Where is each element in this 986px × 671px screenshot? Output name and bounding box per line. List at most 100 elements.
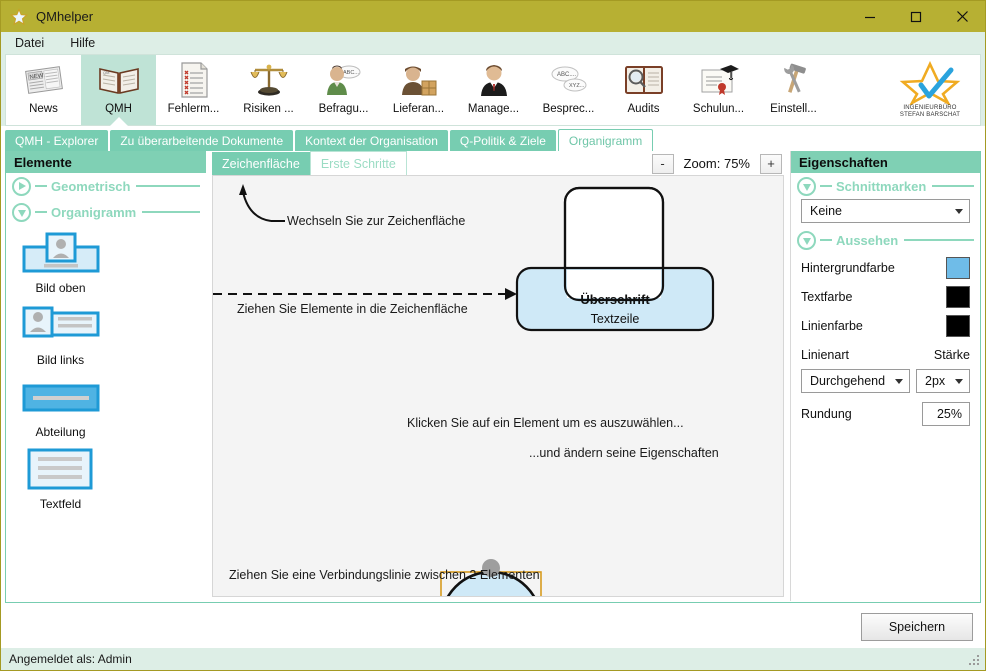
svg-text:QM: QM — [103, 70, 109, 75]
rounding-label: Rundung — [801, 406, 852, 421]
canvas-tab-bar: Zeichenfläche Erste Schritte - Zoom: 75%… — [206, 151, 790, 175]
save-button[interactable]: Speichern — [861, 613, 973, 641]
zoom-level-label: Zoom: 75% — [683, 156, 750, 171]
strength-select[interactable]: 2px — [916, 369, 970, 393]
book-magnifier-icon — [621, 59, 667, 101]
annotation-switch-to-canvas: Wechseln Sie zur Zeichenfläche — [287, 214, 466, 228]
toolbar-item-audits[interactable]: Audits — [606, 55, 681, 125]
resize-grip[interactable] — [969, 655, 981, 667]
section-schnittmarken[interactable]: Schnittmarken — [791, 173, 980, 199]
menu-bar: Datei Hilfe — [1, 32, 985, 54]
zoom-out-button[interactable]: - — [651, 153, 674, 174]
chevron-down-icon — [895, 378, 903, 384]
property-label: Linienfarbe — [801, 318, 863, 333]
palette-item-label: Bild links — [36, 353, 85, 367]
annotation-change-properties: ...und ändern seine Eigenschaften — [529, 446, 719, 460]
toolbar-item-besprechung[interactable]: ABC.... XYZ... Besprec... — [531, 55, 606, 125]
linestyle-select[interactable]: Durchgehend — [801, 369, 910, 393]
tab-kontext-der-organisation[interactable]: Kontext der Organisation — [295, 130, 448, 151]
toolbar-label: Einstell... — [770, 103, 817, 115]
subtab-erste-schritte[interactable]: Erste Schritte — [309, 151, 407, 175]
footer-area: Speichern — [1, 603, 985, 648]
toolbar-label: Audits — [627, 103, 660, 115]
background-color-swatch[interactable] — [946, 256, 970, 279]
palette-item-label: Textfeld — [39, 497, 82, 511]
chevron-down-icon[interactable] — [797, 230, 816, 250]
palette-item-label: Bild oben — [35, 281, 86, 295]
toolbar-item-befragung[interactable]: ABC... Befragu... — [306, 55, 381, 125]
main-toolbar: NEWS News QM QMH Fehlerm... Risiken ... … — [1, 54, 985, 126]
section-organigramm[interactable]: Organigramm — [6, 199, 206, 225]
company-logo: INGENIEURBÜRO STEFAN BARSCHAT — [888, 58, 972, 122]
palette-item-bild-oben[interactable]: Bild oben — [12, 231, 109, 295]
annotation-draw-connection: Ziehen Sie eine Verbindungslinie zwische… — [229, 568, 540, 582]
toolbar-item-fehlermanagement[interactable]: Fehlerm... — [156, 55, 231, 125]
toolbar-label: Risiken ... — [243, 103, 294, 115]
toolbar-item-lieferanten[interactable]: Lieferan... — [381, 55, 456, 125]
toolbar-item-qmh[interactable]: QM QMH — [81, 55, 156, 126]
palette-item-textfeld[interactable]: Textfeld — [12, 447, 109, 511]
scales-balance-icon — [246, 59, 292, 101]
logo-caption-line1: INGENIEURBÜRO — [903, 105, 957, 111]
strength-label: Stärke — [933, 347, 970, 362]
toolbar-item-einstellungen[interactable]: Einstell... — [756, 55, 831, 125]
logo-caption-line2: STEFAN BARSCHAT — [899, 112, 961, 118]
department-bar-thumb — [16, 375, 106, 421]
rounding-input[interactable]: 25% — [922, 401, 970, 426]
toolbar-label: Manage... — [467, 103, 520, 115]
hammer-wrench-icon — [771, 59, 817, 101]
canvas-area: Zeichenfläche Erste Schritte - Zoom: 75%… — [206, 151, 790, 601]
text-field-block-thumb — [16, 447, 106, 493]
section-geometrisch[interactable]: Geometrisch — [6, 173, 206, 199]
zoom-in-button[interactable]: + — [760, 153, 782, 174]
toolbar-item-risiken[interactable]: Risiken ... — [231, 55, 306, 125]
property-row-textfarbe: Textfarbe — [791, 282, 980, 311]
menu-item-hilfe[interactable]: Hilfe — [70, 36, 95, 50]
element-palette: Bild oben Bild links Abteilung Textfeld — [6, 225, 206, 519]
property-row-linienart-header: Linienart Stärke — [791, 340, 980, 369]
text-color-swatch[interactable] — [946, 285, 970, 308]
chevron-down-icon[interactable] — [797, 176, 816, 196]
checklist-document-icon — [171, 59, 217, 101]
properties-panel-title: Eigenschaften — [791, 151, 980, 173]
tab-zu-ueberarbeitende-dokumente[interactable]: Zu überarbeitende Dokumente — [110, 130, 294, 151]
window-controls — [847, 1, 985, 32]
property-row-rundung: Rundung 25% — [791, 399, 980, 428]
toolbar-label: Schulun... — [692, 103, 745, 115]
subtab-zeichenflaeche[interactable]: Zeichenfläche — [212, 152, 310, 175]
application-window: QMhelper Datei Hilfe NEWS News QM QMH Fe… — [0, 0, 986, 671]
status-text: Angemeldet als: Admin — [9, 652, 132, 666]
section-aussehen[interactable]: Aussehen — [791, 227, 980, 253]
elements-panel: Elemente Geometrisch Organigramm Bild ob… — [6, 151, 206, 601]
toolbar-item-schulungen[interactable]: Schulun... — [681, 55, 756, 125]
palette-item-abteilung[interactable]: Abteilung — [12, 375, 109, 439]
chevron-right-icon[interactable] — [12, 176, 31, 196]
tab-q-politik-und-ziele[interactable]: Q-Politik & Ziele — [449, 130, 556, 151]
main-tab-bar: QMH - Explorer Zu überarbeitende Dokumen… — [5, 129, 981, 151]
close-button[interactable] — [939, 1, 985, 32]
section-label: Aussehen — [836, 232, 899, 248]
toolbar-item-news[interactable]: NEWS News — [6, 55, 81, 125]
chevron-down-icon[interactable] — [12, 202, 31, 222]
toolbar-label: Fehlerm... — [167, 103, 220, 115]
toolbar-label: Besprec... — [542, 103, 595, 115]
content-area: Elemente Geometrisch Organigramm Bild ob… — [5, 151, 981, 603]
property-label: Textfarbe — [801, 289, 853, 304]
tab-qmh-explorer[interactable]: QMH - Explorer — [5, 130, 109, 151]
toolbar-item-management[interactable]: Manage... — [456, 55, 531, 125]
tab-organigramm[interactable]: Organigramm — [557, 129, 654, 151]
menu-item-datei[interactable]: Datei — [15, 36, 44, 50]
crop-marks-select[interactable]: Keine — [801, 199, 970, 223]
line-color-swatch[interactable] — [946, 314, 970, 337]
maximize-button[interactable] — [893, 1, 939, 32]
speech-bubbles-icon: ABC.... XYZ... — [546, 59, 592, 101]
svg-text:ABC....: ABC.... — [557, 72, 576, 78]
minimize-button[interactable] — [847, 1, 893, 32]
open-book-icon: QM — [96, 59, 142, 101]
property-row-linienfarbe: Linienfarbe — [791, 311, 980, 340]
star-check-logo — [899, 61, 961, 105]
toolbar-label: Befragu... — [318, 103, 369, 115]
palette-item-bild-links[interactable]: Bild links — [12, 303, 109, 367]
newspaper-icon: NEWS — [21, 59, 67, 101]
drawing-canvas[interactable]: Wechseln Sie zur Zeichenfläche Ziehen Si… — [212, 175, 784, 597]
